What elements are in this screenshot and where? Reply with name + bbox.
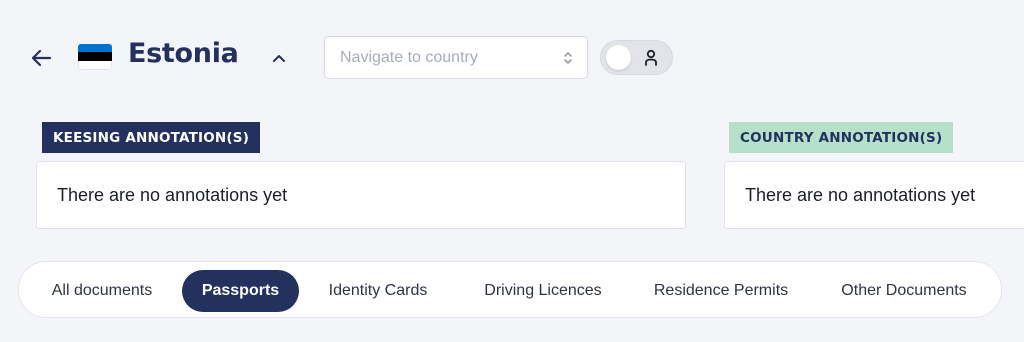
keesing-annotations-box: There are no annotations yet (36, 161, 686, 229)
keesing-annotations-text: There are no annotations yet (57, 184, 288, 205)
tab-all-documents[interactable]: All documents (31, 270, 173, 312)
country-annotations-label: COUNTRY ANNOTATION(S) (729, 122, 954, 153)
chevron-up-icon (273, 54, 285, 62)
person-icon (645, 49, 657, 66)
estonia-flag-icon (78, 44, 112, 70)
navigate-country-select[interactable]: Navigate to country (324, 36, 588, 79)
country-annotations-text: There are no annotations yet (745, 184, 976, 205)
sort-chevrons-icon (564, 52, 572, 64)
back-button[interactable] (26, 44, 56, 72)
country-page: Estonia Navigate to country KEESING ANNO… (0, 0, 1024, 342)
collapse-button[interactable] (266, 46, 292, 70)
page-title: Estonia (128, 38, 239, 69)
toggle-knob (606, 45, 631, 70)
keesing-annotations-label: KEESING ANNOTATION(S) (42, 122, 261, 153)
document-type-tabs: All documents Passports Identity Cards D… (18, 261, 1002, 318)
tab-other-documents[interactable]: Other Documents (822, 270, 986, 312)
arrow-left-icon (31, 49, 52, 67)
tab-passports[interactable]: Passports (182, 270, 299, 312)
country-annotations-box: There are no annotations yet (724, 161, 1024, 229)
tab-driving-licences[interactable]: Driving Licences (463, 270, 623, 312)
tab-identity-cards[interactable]: Identity Cards (309, 270, 447, 312)
person-view-toggle[interactable] (600, 40, 673, 75)
tab-residence-permits[interactable]: Residence Permits (637, 270, 805, 312)
navigate-placeholder: Navigate to country (340, 48, 478, 66)
